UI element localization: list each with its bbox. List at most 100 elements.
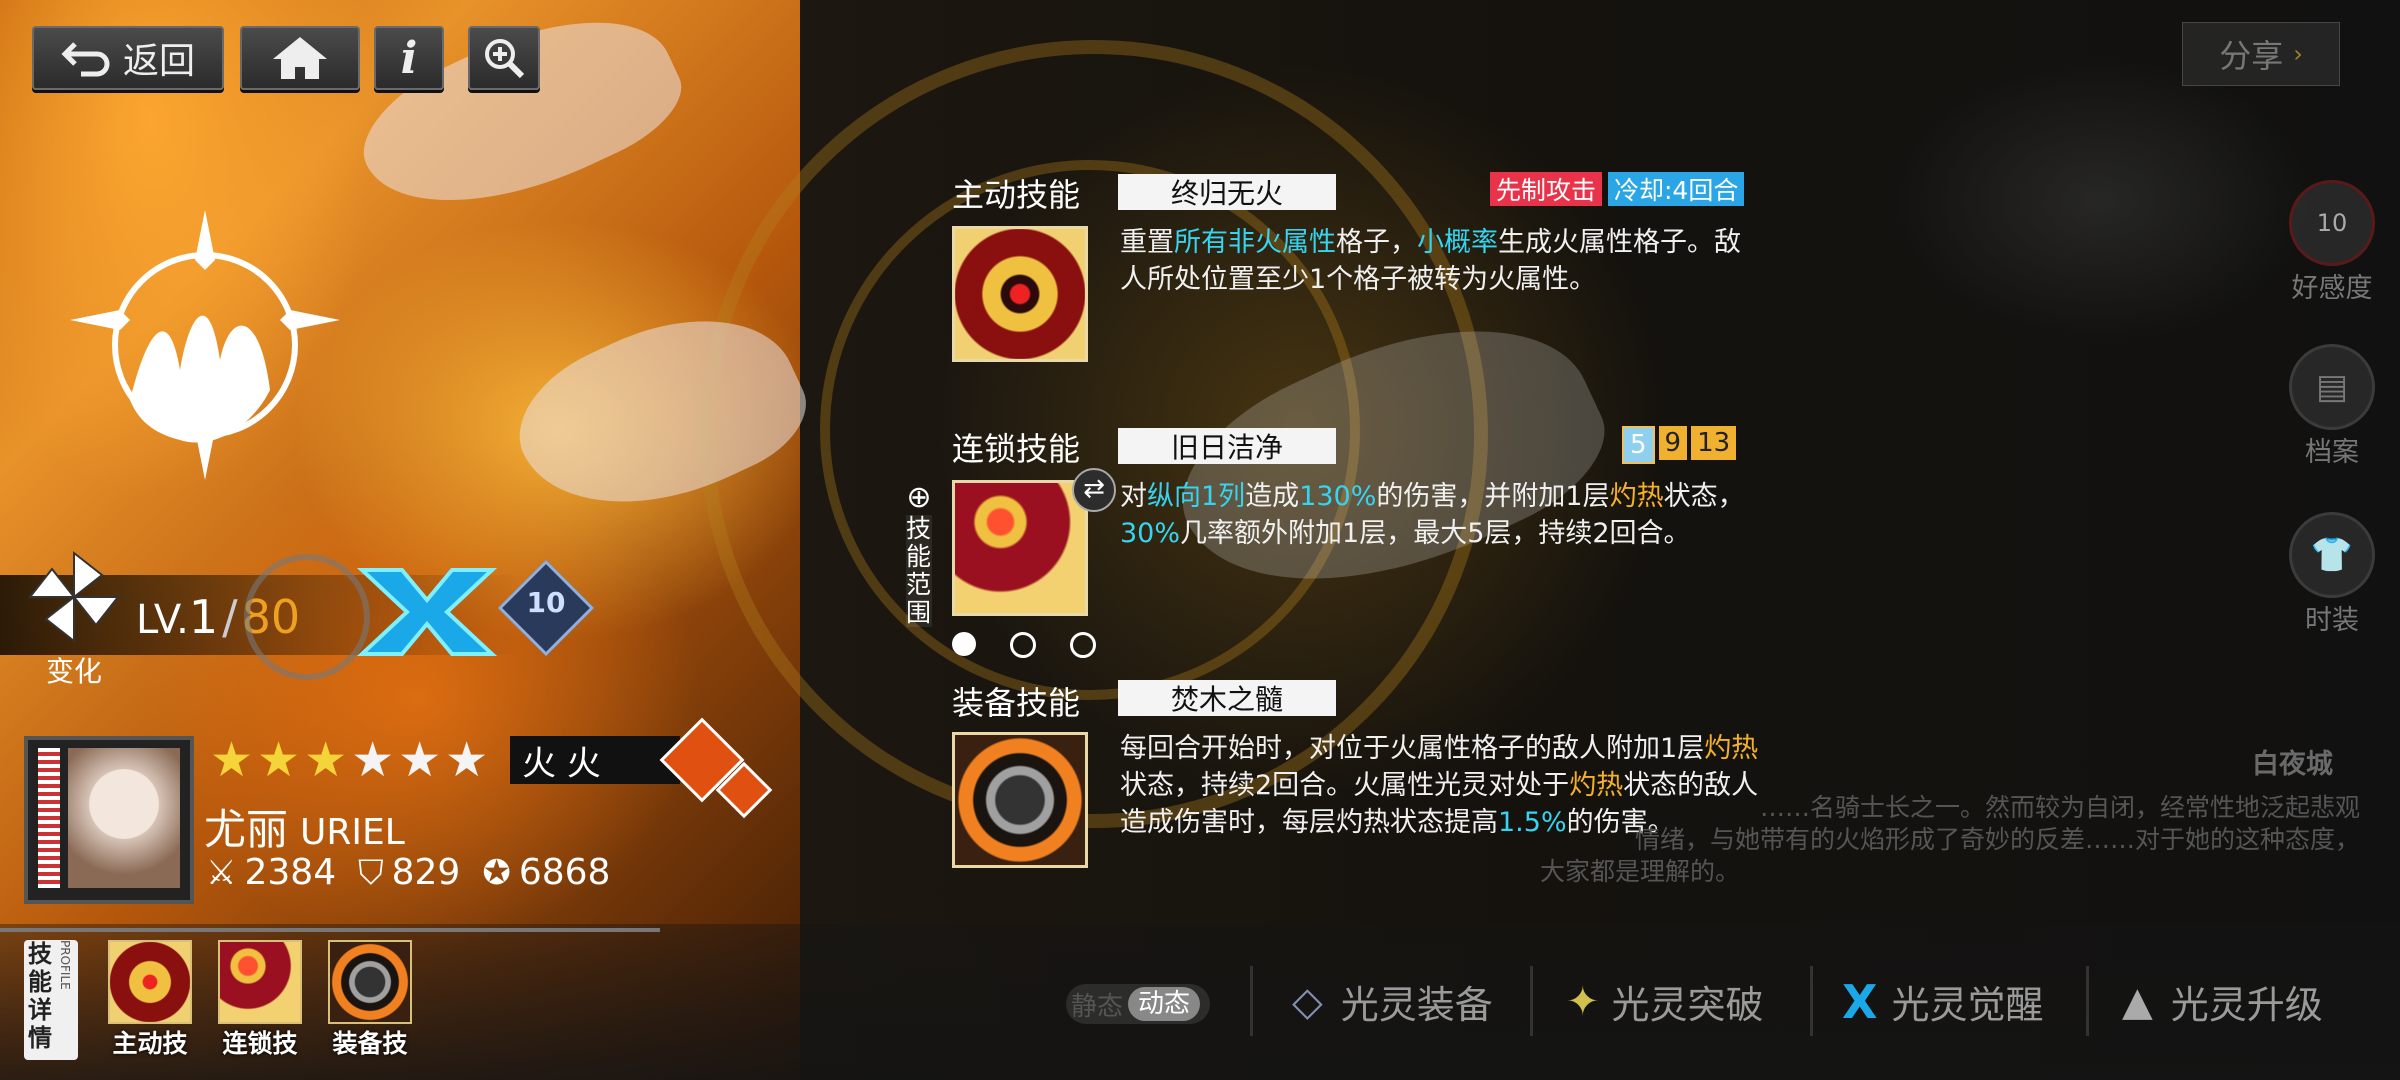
character-name: 尤丽 URIEL: [204, 796, 405, 857]
level-sep: /: [222, 590, 238, 644]
skill-detail-label: 技能详情: [28, 940, 52, 1052]
equip-skill-name: 焚木之髓: [1118, 680, 1336, 716]
chain-skill-thumb: [218, 940, 302, 1024]
archive-button[interactable]: ▤ 档案: [2262, 344, 2400, 469]
desc-segment: 状态，: [1663, 481, 1745, 512]
profile-label: PROFILE: [58, 940, 72, 990]
element-emblem-icon: [70, 210, 340, 480]
info-button[interactable]: i: [374, 26, 444, 90]
swap-icon[interactable]: ⇄: [1072, 468, 1116, 512]
star-filled-icon: ★: [210, 732, 254, 788]
desc-segment: 状态，持续2回合。火属性光灵对处于: [1120, 770, 1570, 801]
awaken-x-icon[interactable]: [352, 560, 502, 664]
heart-icon: 10: [2289, 180, 2375, 266]
star-rating: ★ ★ ★ ★ ★ ★: [210, 736, 488, 784]
affinity-label: 好感度: [2291, 273, 2373, 304]
page-dot[interactable]: [1070, 632, 1096, 658]
star-filled-icon: ★: [257, 732, 301, 788]
tab-awaken[interactable]: X 光灵觉醒: [1842, 974, 2043, 1029]
bottom-divider: [0, 928, 660, 932]
page-dot[interactable]: [1010, 632, 1036, 658]
chain-count-2: 9: [1658, 426, 1688, 460]
static-option[interactable]: 静态: [1066, 986, 1128, 1023]
chain-skill-icon[interactable]: [952, 480, 1088, 616]
awaken-badge-value: 10: [526, 586, 566, 619]
active-skill-icon[interactable]: [952, 226, 1088, 362]
outfit-label: 时装: [2305, 605, 2359, 636]
chevron-right-icon: ›: [2293, 40, 2303, 68]
desc-segment: 130%: [1299, 481, 1377, 512]
star-empty-icon: ★: [351, 732, 395, 788]
character-name-cn: 尤丽: [204, 805, 289, 854]
share-label: 分享: [2219, 37, 2284, 75]
share-button[interactable]: 分享 ›: [2182, 22, 2340, 86]
thumb-label: 连锁技: [222, 1029, 298, 1058]
skill-range-label: 技能范围: [906, 514, 932, 627]
awaken-x-tab-icon: X: [1842, 974, 1878, 1029]
tab-label: 光灵装备: [1340, 983, 1493, 1027]
zoom-button[interactable]: [468, 26, 540, 90]
divider: [1810, 966, 1813, 1036]
active-skill-thumb: [108, 940, 192, 1024]
desc-segment: 纵向1列: [1147, 481, 1246, 512]
star-empty-icon: ★: [398, 732, 442, 788]
equip-skill-icon[interactable]: [952, 732, 1088, 868]
home-button[interactable]: [240, 26, 360, 90]
chain-skill-name: 旧日洁净: [1118, 428, 1336, 464]
chain-skill-desc: 对纵向1列造成130%的伤害，并附加1层灼热状态， 30%几率额外附加1层，最大5…: [1120, 478, 1760, 552]
thumb-label: 主动技: [112, 1029, 188, 1058]
desc-segment: 格子，: [1336, 227, 1417, 258]
desc-segment: 的伤害，并附加1层: [1376, 481, 1610, 512]
stat-row: ⚔ 2384 ⛉ 829 ✪ 6868: [206, 852, 610, 893]
equip-skill-title: 装备技能: [952, 684, 1081, 722]
static-dynamic-toggle[interactable]: 静态 动态: [1066, 984, 1210, 1024]
chain-count-badges: 5 9 13: [1622, 426, 1737, 464]
affinity-button[interactable]: 10 好感度: [2262, 180, 2400, 305]
active-skill-title: 主动技能: [952, 176, 1081, 214]
star-empty-icon: ★: [445, 732, 489, 788]
desc-segment: 造成: [1245, 481, 1300, 512]
desc-segment: 几率额外附加1层，最大5层，持续2回合。: [1180, 518, 1691, 549]
character-portrait[interactable]: [24, 736, 194, 904]
skill-detail-tab[interactable]: 技能详情 PROFILE: [24, 940, 78, 1060]
zoom-in-icon: [485, 39, 525, 79]
tab-label: 光灵觉醒: [1891, 983, 2044, 1027]
archive-label: 档案: [2305, 437, 2359, 468]
desc-segment: 灼热: [1609, 481, 1664, 512]
skill-range-button[interactable]: ⊕ 技能范围: [904, 480, 934, 627]
outfit-button[interactable]: 👕 时装: [2262, 512, 2400, 637]
lore-line: 大家都是理解的。: [1540, 857, 1741, 886]
chain-count-3: 13: [1691, 426, 1737, 460]
home-icon: [273, 37, 327, 79]
dynamic-option[interactable]: 动态: [1128, 987, 1200, 1021]
shirt-icon: 👕: [2289, 512, 2375, 598]
back-button[interactable]: 返回: [32, 26, 224, 90]
thumb-label: 装备技: [332, 1029, 408, 1058]
hp-value: 6868: [518, 852, 611, 893]
page-dot-active[interactable]: [952, 632, 976, 656]
transform-label: 变化: [46, 655, 103, 688]
divider: [1250, 966, 1253, 1036]
info-icon: i: [400, 32, 418, 84]
thumb-chain[interactable]: 连锁技: [218, 940, 302, 1060]
portrait-face: [68, 748, 180, 888]
thumb-equip[interactable]: 装备技: [328, 940, 412, 1060]
desc-segment: 每回合开始时，对位于火属性格子的敌人附加1层: [1120, 733, 1705, 764]
tab-label: 光灵突破: [1611, 983, 1764, 1027]
thumb-active[interactable]: 主动技: [108, 940, 192, 1060]
tab-equipment[interactable]: ◇ 光灵装备: [1292, 974, 1493, 1029]
tab-label: 光灵升级: [2170, 983, 2323, 1027]
tab-upgrade[interactable]: ▲ 光灵升级: [2122, 974, 2323, 1029]
tab-breakthrough[interactable]: ✦ 光灵突破: [1566, 974, 1764, 1029]
portrait-barcode: [38, 748, 60, 888]
back-arrow-icon: [61, 42, 110, 77]
magnifier-icon: ⊕: [906, 480, 932, 515]
upgrade-arrow-icon: ▲: [2122, 978, 2153, 1025]
character-name-en: URIEL: [300, 812, 405, 853]
divider: [2086, 966, 2089, 1036]
active-skill-name: 终归无火: [1118, 174, 1336, 210]
skill-thumb-row: 主动技 连锁技 装备技: [108, 940, 412, 1060]
chain-skill-title: 连锁技能: [952, 430, 1081, 468]
pinwheel-icon[interactable]: [22, 545, 126, 649]
tag-preemptive: 先制攻击: [1490, 172, 1603, 206]
